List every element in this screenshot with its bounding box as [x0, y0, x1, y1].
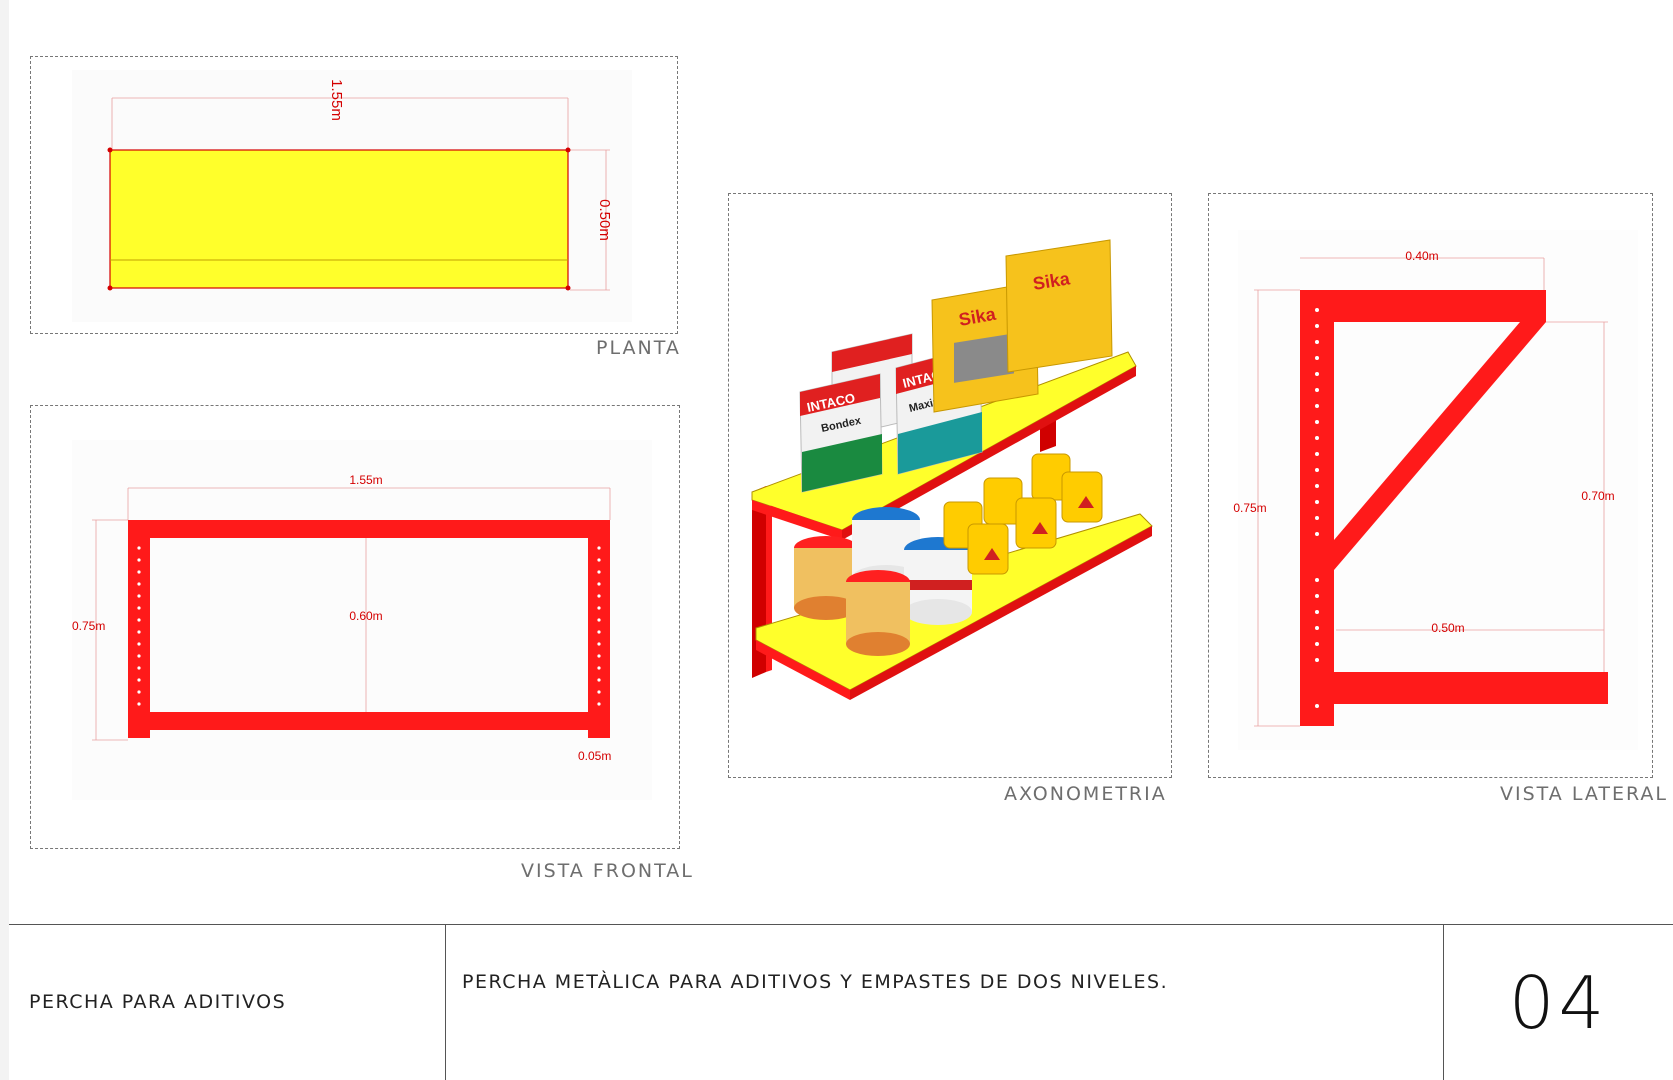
title-block-number-cell: 04	[1444, 925, 1673, 1080]
lateral-caption: VISTA LATERAL	[1500, 783, 1668, 805]
lateral-dim-right: 0.70m	[1581, 489, 1614, 503]
title-block-name-cell: PERCHA PARA ADITIVOS	[9, 925, 446, 1080]
title-block-description-cell: PERCHA METÀLICA PARA ADITIVOS Y EMPASTES…	[446, 925, 1444, 1080]
title-block: PERCHA PARA ADITIVOS PERCHA METÀLICA PAR…	[9, 924, 1673, 1080]
lateral-bottom-arm	[1300, 672, 1608, 704]
lateral-dim-height: 0.75m	[1233, 501, 1266, 515]
lateral-dim-top: 0.40m	[1405, 249, 1438, 263]
drawing-description: PERCHA METÀLICA PARA ADITIVOS Y EMPASTES…	[462, 971, 1169, 993]
lateral-drawing: 0.40m 0.75m 0.70m 0.50m	[1233, 230, 1638, 750]
sheet-number: 04	[1508, 961, 1609, 1045]
lateral-dim-bottom: 0.50m	[1431, 621, 1464, 635]
drawing-title: PERCHA PARA ADITIVOS	[29, 991, 287, 1013]
lateral-top-arm	[1300, 290, 1546, 322]
